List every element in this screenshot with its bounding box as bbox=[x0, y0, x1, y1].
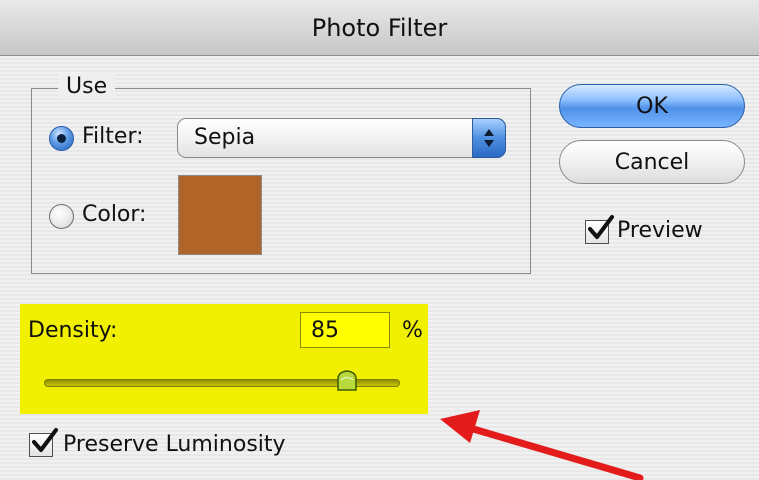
filter-radio-button[interactable] bbox=[49, 126, 74, 151]
density-label: Density: bbox=[28, 318, 118, 343]
density-unit: % bbox=[402, 318, 423, 343]
use-group-legend: Use bbox=[58, 74, 116, 99]
density-value: 85 bbox=[311, 317, 339, 343]
title-bar: Photo Filter bbox=[0, 0, 759, 56]
preview-label: Preview bbox=[617, 218, 703, 243]
filter-label: Filter: bbox=[82, 124, 144, 149]
density-input[interactable]: 85 bbox=[300, 312, 390, 348]
preserve-luminosity-label: Preserve Luminosity bbox=[63, 432, 286, 457]
ok-button[interactable]: OK bbox=[559, 84, 745, 128]
window-title: Photo Filter bbox=[311, 13, 448, 42]
checkmark-icon bbox=[32, 428, 58, 452]
filter-select[interactable]: Sepia bbox=[177, 118, 506, 158]
color-label: Color: bbox=[82, 202, 147, 227]
color-radio-button[interactable] bbox=[49, 204, 74, 229]
ok-button-label: OK bbox=[636, 93, 668, 119]
filter-select-value: Sepia bbox=[194, 125, 256, 150]
color-swatch[interactable] bbox=[178, 175, 262, 255]
use-group-box bbox=[31, 88, 531, 274]
preserve-luminosity-checkbox[interactable] bbox=[29, 428, 58, 457]
preview-checkbox[interactable] bbox=[585, 215, 614, 244]
slider-thumb-icon[interactable] bbox=[334, 368, 360, 394]
up-down-arrows-icon[interactable] bbox=[472, 118, 506, 158]
checkmark-icon bbox=[588, 215, 614, 239]
cancel-button[interactable]: Cancel bbox=[559, 140, 745, 184]
radio-selected-icon bbox=[57, 134, 66, 143]
cancel-button-label: Cancel bbox=[614, 149, 690, 175]
